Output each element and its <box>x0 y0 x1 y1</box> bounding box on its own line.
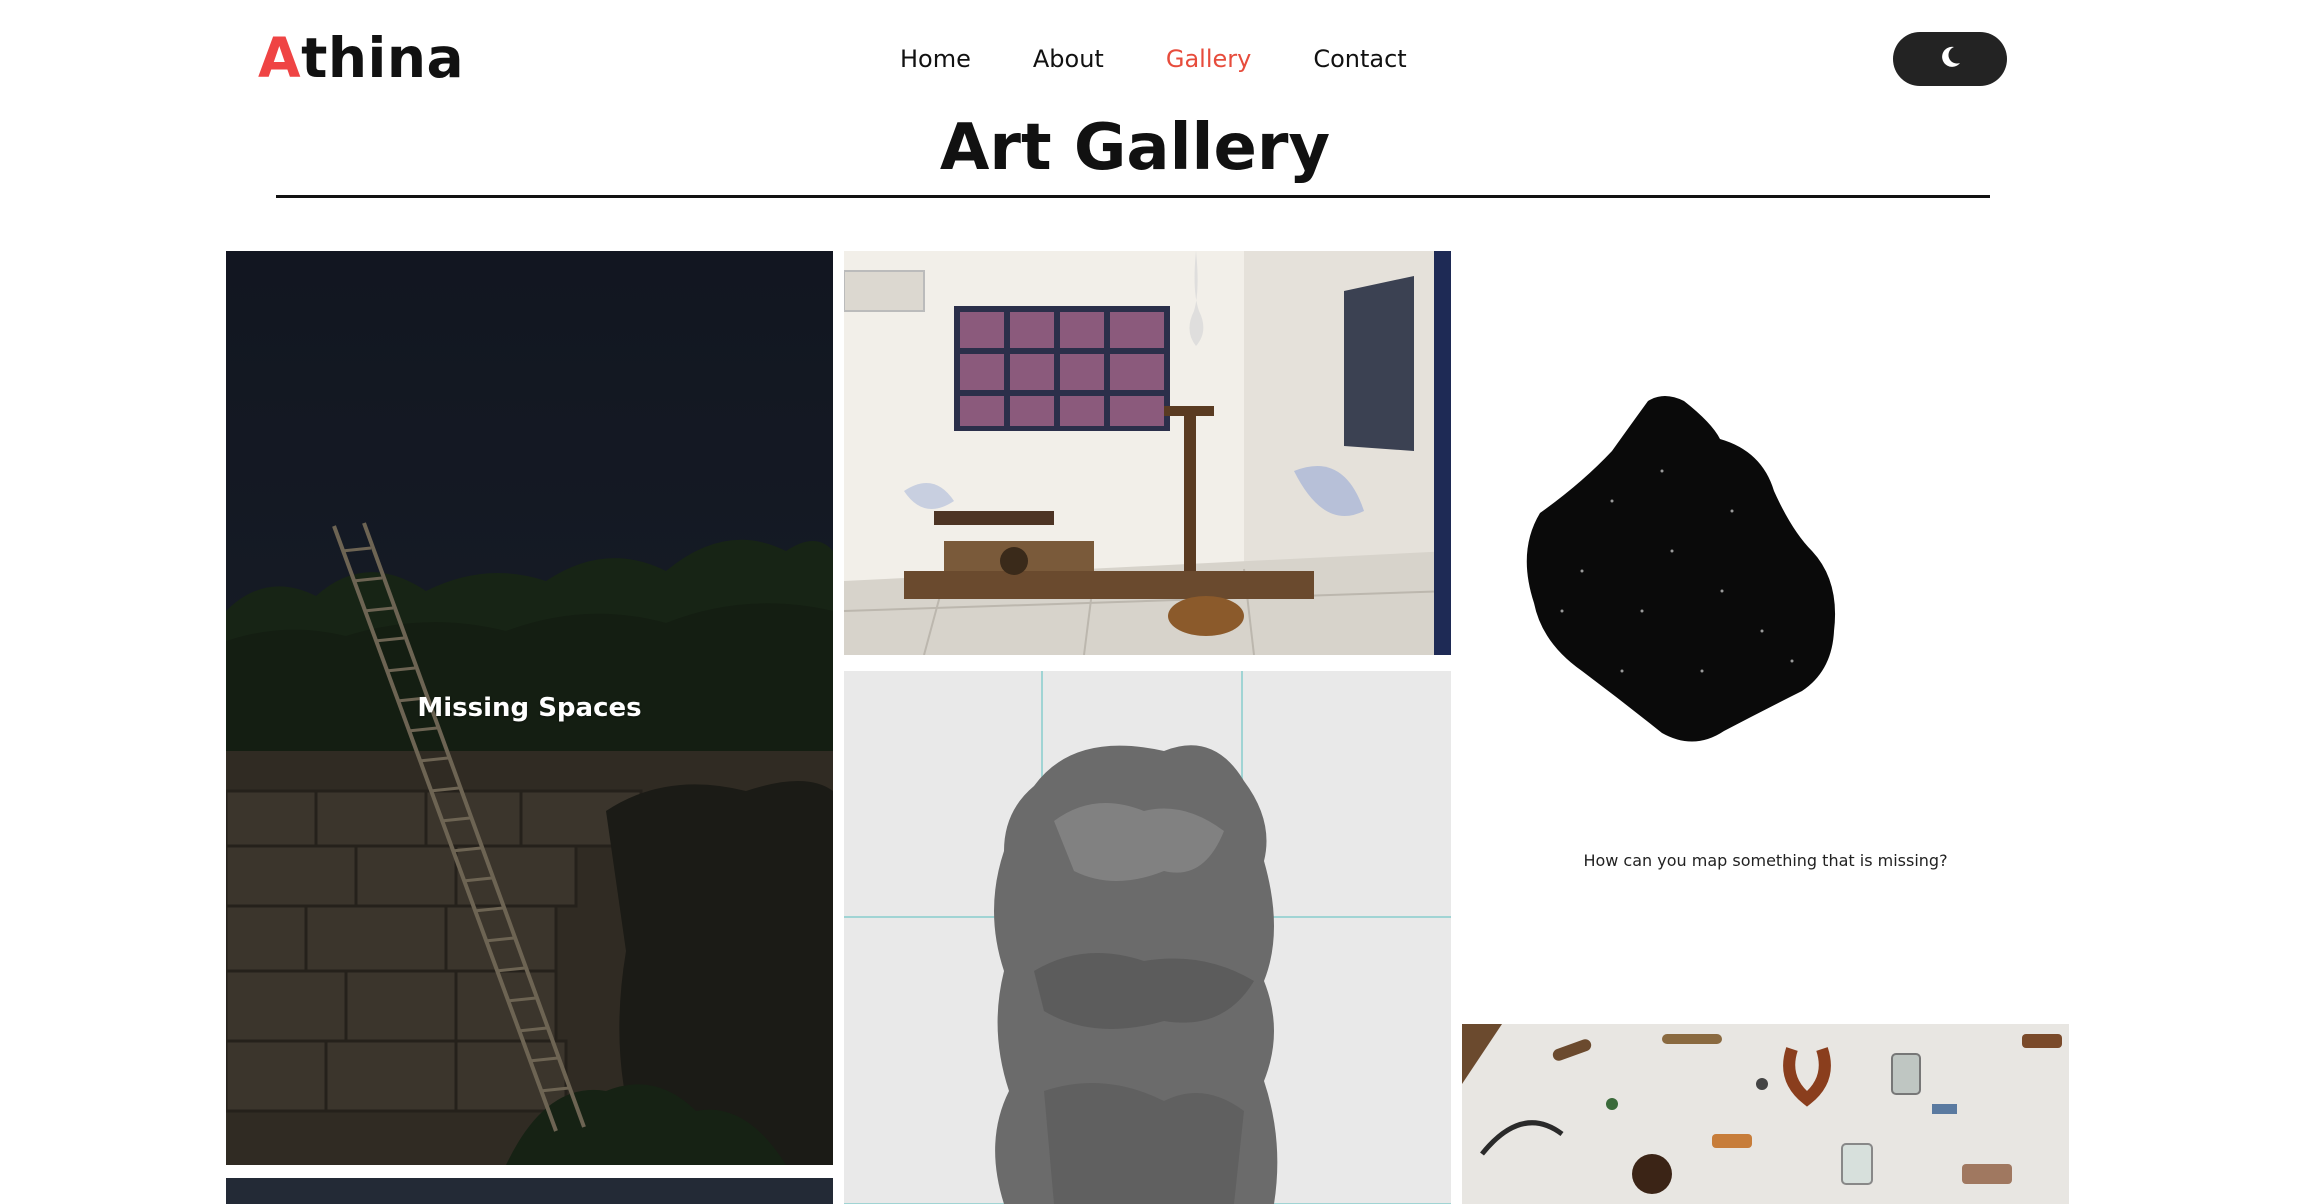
logo[interactable]: Athina <box>258 22 464 94</box>
black-blob-map-image <box>1462 251 2069 1023</box>
page: Athina Home About Gallery Contact Art Ga… <box>0 0 2315 1204</box>
ladder-on-ruins-image <box>226 251 833 1165</box>
main-nav: Home About Gallery Contact <box>900 40 1469 78</box>
logo-text: thina <box>301 26 465 90</box>
gallery-item-rock[interactable] <box>844 671 1451 1204</box>
gallery-item-missing-spaces[interactable]: Missing Spaces <box>226 251 833 1165</box>
logo-initial: A <box>258 26 302 90</box>
gallery-item-caption: How can you map something that is missin… <box>1583 851 1948 870</box>
found-objects-image <box>1462 1024 2069 1204</box>
night-landscape-image <box>226 1178 833 1204</box>
moon-icon <box>1937 44 1963 74</box>
gallery-item-objects[interactable] <box>1462 1024 2069 1204</box>
title-divider <box>276 195 1990 198</box>
gallery-item-missing-map[interactable]: How can you map something that is missin… <box>1462 251 2069 1023</box>
nav-about[interactable]: About <box>1033 40 1104 78</box>
theme-toggle-button[interactable] <box>1893 32 2007 86</box>
gallery-item-night[interactable] <box>226 1178 833 1204</box>
rock-sculpture-image <box>844 671 1451 1204</box>
gallery-item-studio[interactable] <box>844 251 1451 655</box>
studio-installation-image <box>844 251 1451 655</box>
nav-contact[interactable]: Contact <box>1313 40 1406 78</box>
page-title: Art Gallery <box>939 111 1331 185</box>
nav-home[interactable]: Home <box>900 40 971 78</box>
nav-gallery[interactable]: Gallery <box>1166 40 1251 78</box>
